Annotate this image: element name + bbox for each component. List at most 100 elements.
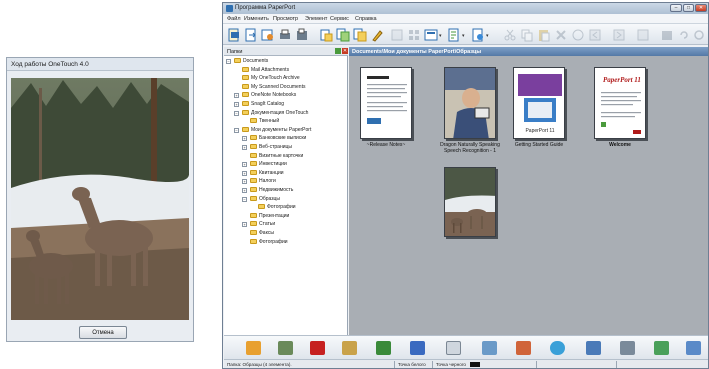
menu-help[interactable]: Справка	[355, 16, 377, 22]
folder-icon	[250, 238, 257, 244]
scanner-icon[interactable]	[278, 341, 293, 355]
chevron-down-icon[interactable]: ▾	[486, 33, 489, 39]
ocr-icon[interactable]	[342, 341, 357, 355]
refresh-icon[interactable]	[677, 28, 691, 42]
page-view-icon[interactable]	[390, 28, 404, 42]
folder-tree-item[interactable]: + Статьи	[242, 221, 275, 229]
close-button[interactable]: ✕	[695, 4, 707, 12]
menu-view[interactable]: Просмотр	[273, 16, 298, 22]
tree-expander-icon[interactable]: +	[234, 102, 239, 107]
info-icon[interactable]	[571, 28, 585, 42]
web-icon[interactable]	[550, 341, 565, 355]
menu-item[interactable]: Элемент	[305, 16, 327, 22]
tree-expander-icon[interactable]: +	[242, 222, 247, 228]
folder-tree-item[interactable]: + Банковские выписки	[242, 135, 306, 143]
acquire-icon[interactable]	[261, 28, 275, 42]
paste-icon[interactable]	[537, 28, 551, 42]
rotate-icon[interactable]	[660, 28, 674, 42]
delete-icon[interactable]	[554, 28, 568, 42]
unstack-icon[interactable]	[353, 28, 367, 42]
sync-icon[interactable]	[692, 28, 706, 42]
sort-dropdown-icon[interactable]	[471, 28, 485, 42]
menu-tools[interactable]: Сервис	[330, 16, 349, 22]
forward-icon[interactable]	[612, 28, 626, 42]
folder-tree-item[interactable]: My Scanned Documents	[242, 83, 305, 92]
folder-tree-item[interactable]: − Documents	[226, 58, 269, 66]
folder-tree-item[interactable]: Твенный	[250, 118, 279, 126]
tree-expander-icon[interactable]: +	[242, 188, 247, 193]
acrobat-icon[interactable]	[310, 341, 325, 355]
thumbnail-deer-photo[interactable]	[444, 167, 496, 237]
folder-tree-item[interactable]: Факсы	[250, 230, 274, 238]
word-icon[interactable]	[410, 341, 425, 355]
menu-file[interactable]: Файл	[227, 16, 241, 22]
folder-tree-item[interactable]: Фотографии	[250, 238, 288, 247]
folder-tree-item[interactable]: + Недвижимость	[242, 187, 293, 195]
chevron-down-icon[interactable]: ▾	[462, 33, 465, 39]
tree-expander-icon[interactable]: −	[234, 127, 239, 133]
copy-icon[interactable]	[520, 28, 534, 42]
view-dropdown-icon[interactable]	[424, 28, 438, 42]
back-icon[interactable]	[588, 28, 602, 42]
folder-tree-item[interactable]: − Мои документы PaperPort	[234, 126, 311, 135]
tree-expander-icon[interactable]: +	[242, 145, 247, 150]
folder-tree-item[interactable]: − Документация OneTouch	[234, 109, 308, 118]
folder-tree-item[interactable]: Презентации	[250, 212, 289, 221]
zoom-icon[interactable]	[636, 28, 650, 42]
get-items-icon[interactable]	[244, 28, 258, 42]
maximize-button[interactable]: □	[683, 4, 694, 12]
thumbnail-dragon[interactable]	[444, 67, 496, 139]
thumbnail-view-icon[interactable]	[407, 28, 421, 42]
thumbnail-area: ~Release Notes~ Dragon Naturally Speakin…	[349, 56, 708, 335]
folder-label: Documents	[243, 58, 269, 64]
minimize-button[interactable]: –	[670, 4, 682, 12]
cut-icon[interactable]	[503, 28, 517, 42]
chevron-down-icon[interactable]: ▾	[439, 33, 442, 39]
folder-tree-item[interactable]: Визитные карточки	[250, 152, 303, 161]
tree-expander-icon[interactable]: +	[234, 93, 239, 99]
folder-tree-item[interactable]: + Квитанции	[242, 169, 284, 178]
tree-expander-icon[interactable]: +	[242, 162, 247, 168]
network-icon[interactable]	[686, 341, 701, 355]
print-icon[interactable]	[278, 28, 292, 42]
new-stack-icon[interactable]	[319, 28, 333, 42]
thumbnail-release-notes[interactable]	[360, 67, 412, 139]
cancel-button[interactable]: Отмена	[79, 326, 127, 339]
folder-tree-item[interactable]: Mail Attachments	[242, 66, 289, 75]
scan-icon[interactable]	[227, 28, 241, 42]
folder-tree-item[interactable]: − Образцы	[242, 195, 280, 204]
folder-tree-item[interactable]: + Налоги	[242, 178, 276, 186]
properties-dropdown-icon[interactable]	[447, 28, 461, 42]
close-folders-icon[interactable]: ✕	[342, 48, 348, 54]
email-icon[interactable]	[482, 341, 497, 355]
spreadsheet-icon[interactable]	[376, 341, 391, 355]
folder-tree-item[interactable]: + OneNote Notebooks	[234, 92, 297, 100]
printer-icon[interactable]	[620, 341, 635, 355]
tree-expander-icon[interactable]: +	[242, 136, 247, 142]
folder-pin-icon[interactable]	[335, 48, 341, 54]
presentation-icon[interactable]	[516, 341, 531, 355]
stack-icon[interactable]	[336, 28, 350, 42]
tree-expander-icon[interactable]: +	[242, 179, 247, 185]
folder-label: Факсы	[259, 230, 274, 236]
tree-expander-icon[interactable]: −	[242, 196, 247, 202]
screenshot-icon[interactable]	[586, 341, 601, 355]
tree-expander-icon[interactable]: −	[226, 59, 231, 64]
tree-expander-icon[interactable]: +	[242, 170, 247, 176]
thumbnail-welcome[interactable]: PaperPort 11	[594, 67, 646, 139]
annotate-icon[interactable]	[370, 28, 384, 42]
tree-expander-icon[interactable]: −	[234, 110, 239, 116]
image-editor-icon[interactable]	[246, 341, 261, 355]
fax-icon[interactable]	[295, 28, 309, 42]
thumbnail-getting-started[interactable]: PaperPort 11	[513, 67, 565, 139]
folder-tree-item[interactable]: + SnagIt Catalog	[234, 101, 284, 109]
archive-icon[interactable]	[654, 341, 669, 355]
folder-tree-item[interactable]: My OneTouch Archive	[242, 75, 300, 83]
folder-tree-item[interactable]: Фотографии	[258, 204, 296, 212]
folder-tree-item[interactable]: + Инвестиции	[242, 161, 287, 169]
menu-edit[interactable]: Изменить	[244, 16, 269, 22]
thumbnail-label: Dragon Naturally Speaking Speech Recogni…	[440, 142, 500, 154]
folder-label: OneNote Notebooks	[251, 92, 297, 99]
notepad-icon[interactable]	[446, 341, 461, 355]
folder-tree-item[interactable]: + Веб-страницы	[242, 144, 292, 152]
